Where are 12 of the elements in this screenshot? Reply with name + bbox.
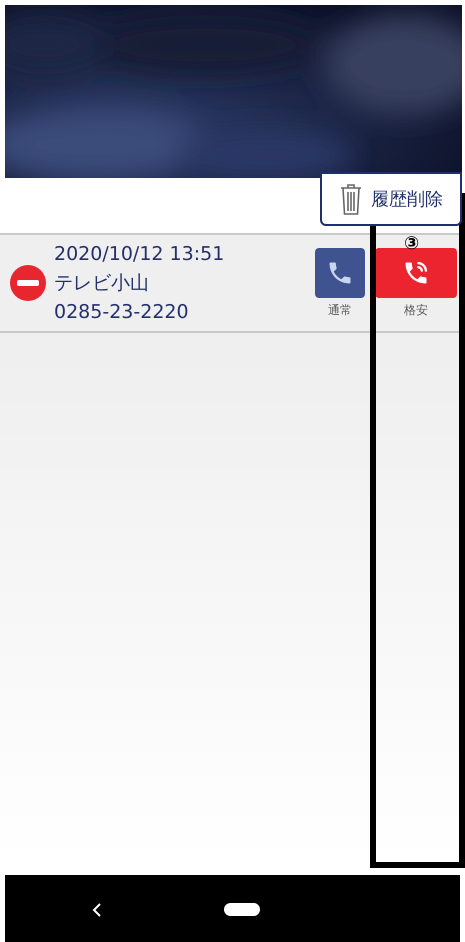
- delete-history-button[interactable]: 履歴削除: [320, 172, 462, 226]
- home-pill[interactable]: [224, 903, 260, 916]
- cheap-call-label: 格安: [404, 302, 428, 318]
- normal-call-button[interactable]: [315, 248, 365, 298]
- minus-circle-icon: [10, 265, 46, 301]
- call-datetime: 2020/10/12 13:51: [54, 242, 224, 266]
- contact-name: テレビ小山: [54, 270, 150, 296]
- back-icon[interactable]: [92, 902, 102, 918]
- cheap-call-button[interactable]: [375, 248, 457, 298]
- normal-call-label: 通常: [328, 302, 352, 318]
- trash-icon: [339, 182, 363, 216]
- phone-number: 0285-23-2220: [54, 300, 190, 324]
